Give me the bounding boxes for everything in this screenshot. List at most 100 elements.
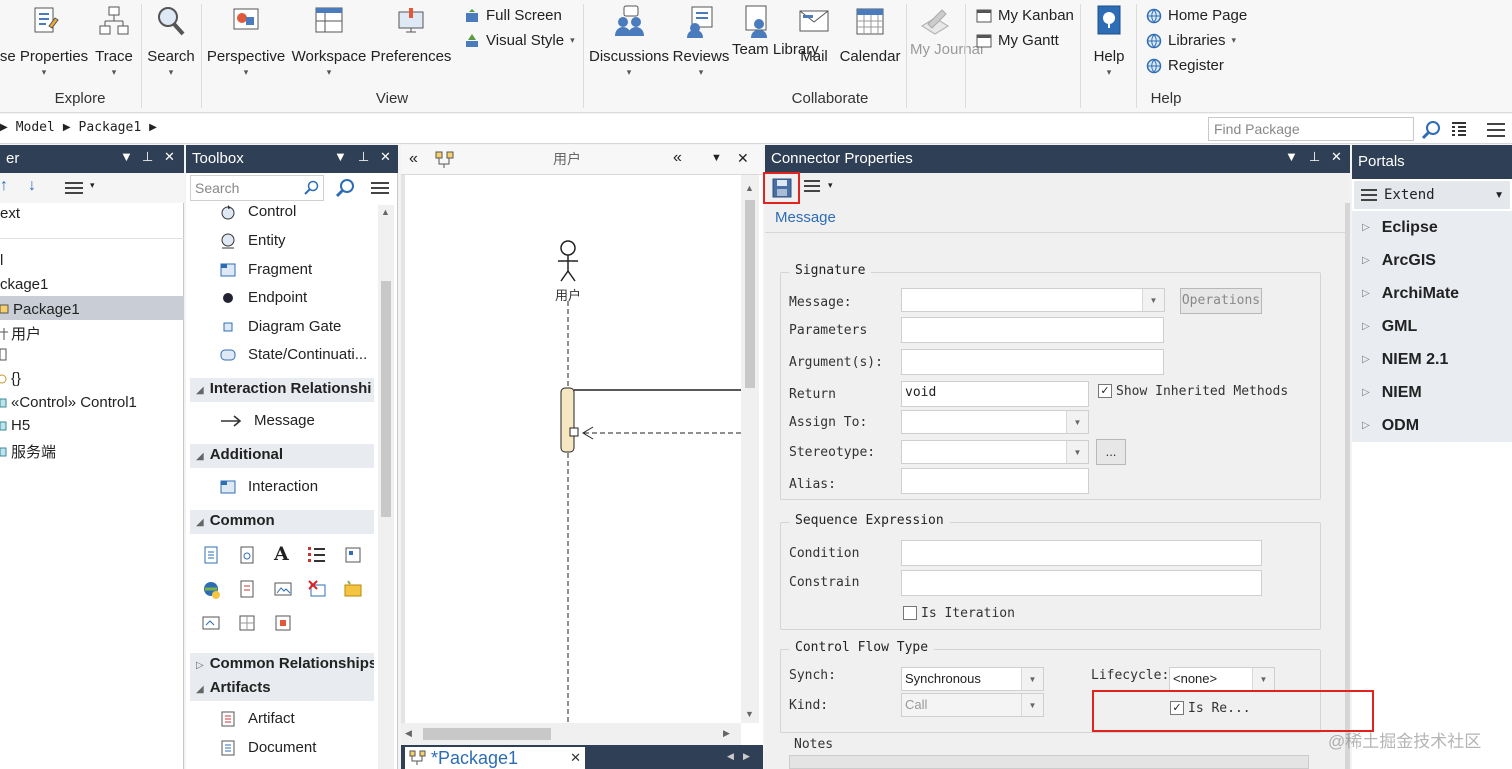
tree-item[interactable]	[0, 346, 11, 362]
menu-icon[interactable]	[370, 181, 390, 195]
toolbox-section-artifacts[interactable]: ◢ Artifacts	[190, 677, 374, 701]
move-down-icon[interactable]: ↓	[28, 177, 36, 195]
close-icon[interactable]: ✕	[1331, 149, 1342, 165]
toolbox-item-interaction[interactable]: Interaction	[220, 478, 318, 495]
legend-icon[interactable]	[344, 546, 362, 564]
dropdown-icon[interactable]: ▼	[1252, 668, 1274, 690]
toolbox-item-entity[interactable]: Entity	[220, 232, 286, 249]
calendar-button[interactable]: Calendar	[838, 4, 902, 65]
portal-item-odm[interactable]: ▷ ODM	[1352, 409, 1512, 442]
preferences-button[interactable]: Preferences	[369, 4, 453, 65]
message-select[interactable]: ▼	[901, 288, 1165, 312]
tree-item[interactable]: H5	[0, 417, 30, 434]
tree-item[interactable]: ckage1	[0, 276, 48, 293]
team-library-button[interactable]: Team Library	[732, 4, 819, 58]
tree-item[interactable]: «Control» Control1	[0, 394, 137, 411]
find-icon[interactable]	[335, 178, 355, 198]
parameters-field[interactable]	[901, 317, 1164, 343]
diagram-icon[interactable]	[435, 151, 455, 169]
scrollbar-thumb[interactable]	[423, 728, 551, 740]
tree-item-selected[interactable]: Package1	[0, 296, 184, 320]
collapse-icon[interactable]: «	[673, 149, 682, 167]
pin-icon[interactable]: ⊥	[1309, 149, 1320, 165]
hyperlink-globe-icon[interactable]	[202, 580, 222, 600]
workspace-button[interactable]: Workspace ▾	[289, 4, 369, 78]
scroll-down-icon[interactable]: ▼	[745, 709, 754, 719]
toolbox-scrollbar[interactable]: ▲	[378, 205, 394, 769]
toolbox-item-fragment[interactable]: Fragment	[220, 261, 312, 278]
diagram-hscrollbar[interactable]: ◀ ▶	[401, 723, 741, 745]
filter-icon[interactable]	[1450, 121, 1468, 139]
dropdown-icon[interactable]: ▼	[1066, 411, 1088, 433]
find-package-input[interactable]: Find Package	[1208, 117, 1414, 141]
tab-message[interactable]: Message	[775, 209, 836, 226]
list-icon[interactable]	[308, 546, 326, 564]
scrollbar-thumb[interactable]	[381, 281, 391, 517]
return-field[interactable]: void	[901, 381, 1089, 407]
tree-item[interactable]: l	[0, 252, 3, 269]
menu-icon[interactable]	[64, 181, 84, 195]
home-page-button[interactable]: Home Page	[1146, 7, 1247, 24]
navigation-cell-icon[interactable]	[202, 614, 220, 632]
condition-field[interactable]	[901, 540, 1262, 566]
portal-item-gml[interactable]: ▷ GML	[1352, 310, 1512, 343]
close-icon[interactable]: ✕	[164, 149, 175, 165]
toolbox-section-common[interactable]: ◢ Common	[190, 510, 374, 534]
dropdown-icon[interactable]: ▼	[334, 149, 347, 164]
scroll-up-icon[interactable]: ▲	[381, 207, 390, 217]
scroll-left-icon[interactable]: ◀	[405, 728, 412, 739]
toolbox-item-control[interactable]: Control	[220, 203, 296, 220]
assign-to-select[interactable]: ▼	[901, 410, 1089, 434]
trace-button[interactable]: Trace ▾	[92, 4, 136, 78]
dropdown-icon[interactable]: ▼	[1142, 289, 1164, 311]
pin-icon[interactable]: ⊥	[142, 149, 153, 165]
breadcrumb-model[interactable]: Model	[16, 120, 55, 135]
my-gantt-button[interactable]: My Gantt	[976, 32, 1059, 49]
toolbox-section-common-relationships[interactable]: ▷ Common Relationships	[190, 653, 374, 677]
perspective-button[interactable]: Perspective ▾	[206, 4, 286, 78]
register-button[interactable]: Register	[1146, 57, 1224, 74]
operations-button[interactable]: Operations	[1180, 288, 1262, 314]
chevron-down-icon[interactable]: ▾	[828, 180, 833, 191]
portal-item-niem-2-1[interactable]: ▷ NIEM 2.1	[1352, 343, 1512, 376]
image-icon[interactable]	[274, 580, 292, 598]
synch-select[interactable]: Synchronous ▼	[901, 667, 1044, 691]
mail-button[interactable]: Mail	[792, 4, 836, 65]
stereotype-select[interactable]: ▼	[901, 440, 1089, 464]
dropdown-icon[interactable]: ▼	[1285, 149, 1298, 164]
artifact-doc-icon[interactable]	[238, 580, 256, 598]
document-icon[interactable]	[238, 546, 256, 564]
libraries-button[interactable]: Libraries ▾	[1146, 32, 1236, 49]
toolbox-section-interaction-relationships[interactable]: ◢ Interaction Relationshi	[190, 378, 374, 402]
tab-scroll-right-icon[interactable]: ▶	[743, 751, 750, 762]
breadcrumb-package1[interactable]: Package1	[79, 120, 142, 135]
grid-icon[interactable]	[238, 614, 256, 632]
new-folder-icon[interactable]	[344, 580, 362, 598]
collapse-left-icon[interactable]: «	[409, 150, 418, 168]
scroll-up-icon[interactable]: ▲	[745, 183, 754, 193]
kind-select[interactable]: Call ▼	[901, 693, 1044, 717]
close-icon[interactable]: ✕	[570, 750, 581, 766]
my-kanban-button[interactable]: My Kanban	[976, 7, 1074, 24]
toolbox-item-diagram-gate[interactable]: Diagram Gate	[220, 318, 341, 335]
matrix-icon[interactable]	[274, 614, 292, 632]
portal-item-arcgis[interactable]: ▷ ArcGIS	[1352, 244, 1512, 277]
close-icon[interactable]: ✕	[380, 149, 391, 165]
search-button[interactable]: Search ▾	[146, 4, 196, 78]
properties-scrollbar[interactable]	[1345, 203, 1350, 769]
tree-item[interactable]: 用户	[0, 323, 41, 344]
dropdown-icon[interactable]: ▼	[120, 149, 133, 164]
chevron-down-icon[interactable]: ▾	[90, 180, 95, 191]
dropdown-icon[interactable]: ▼	[711, 152, 722, 164]
portal-item-eclipse[interactable]: ▷ Eclipse	[1352, 211, 1512, 244]
search-icon[interactable]	[304, 180, 320, 196]
alias-field[interactable]	[901, 468, 1089, 494]
close-icon[interactable]: ✕	[737, 150, 749, 167]
toolbox-item-message[interactable]: Message	[220, 412, 315, 429]
my-journal-button[interactable]: My Journal	[910, 4, 983, 58]
toolbox-section-additional[interactable]: ◢ Additional	[190, 444, 374, 468]
discussions-button[interactable]: Discussions ▾	[588, 4, 670, 78]
delete-icon[interactable]	[308, 580, 326, 598]
dropdown-icon[interactable]: ▼	[1021, 694, 1043, 716]
constraint-field[interactable]	[901, 570, 1262, 596]
